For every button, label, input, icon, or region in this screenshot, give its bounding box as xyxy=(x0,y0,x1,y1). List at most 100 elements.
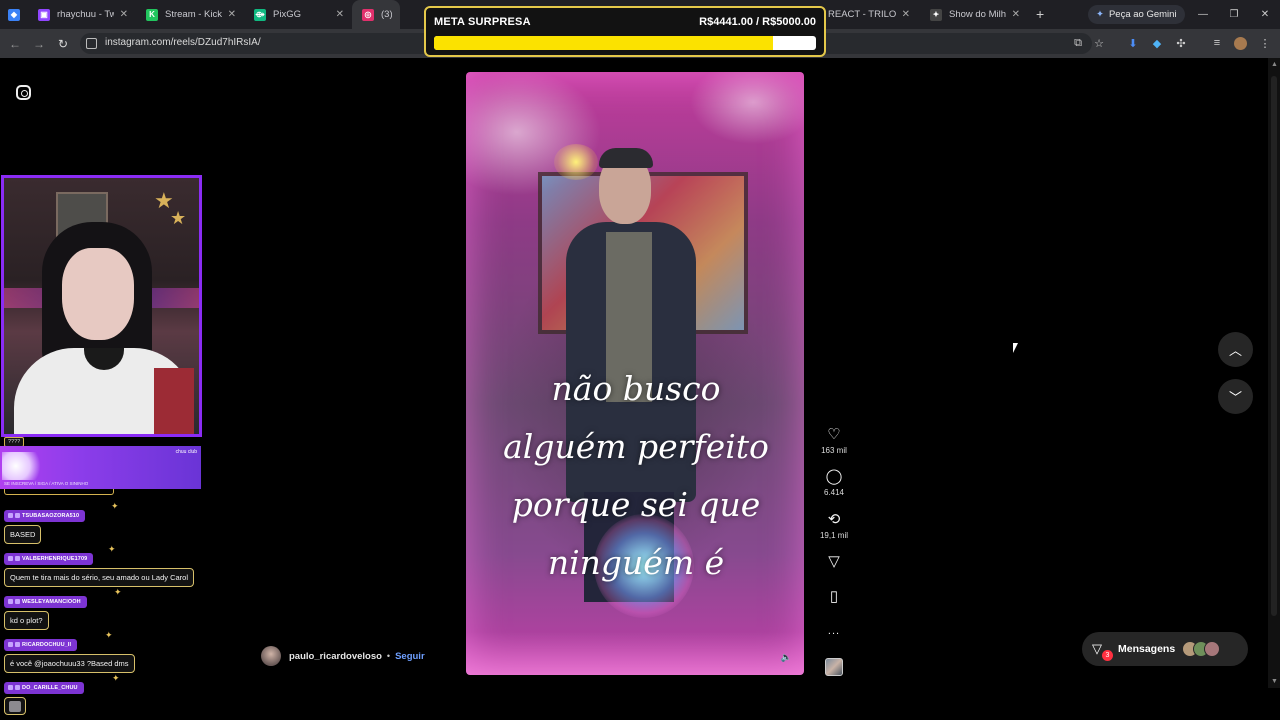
sparkle-icon: ✦ xyxy=(111,501,119,511)
chat-message: WESLEYAMANCIOOH ✦ kd o plot? xyxy=(4,587,122,630)
streamer-webcam: ★ ★ xyxy=(1,175,202,437)
audio-thumbnail[interactable] xyxy=(825,658,843,676)
tab-title: Show do Milhão xyxy=(949,9,1006,20)
tab-pixgg[interactable]: ⟴ PixGG ✕ xyxy=(244,0,352,29)
close-icon[interactable]: ✕ xyxy=(1012,9,1020,20)
tab-show-do-milhao[interactable]: ✦ Show do Milhão ✕ xyxy=(920,0,1028,29)
repost-action[interactable]: ⟲ 19,1 mil xyxy=(816,511,852,540)
next-reel-button[interactable]: ﹀ xyxy=(1218,379,1253,414)
chat-text: Quem te tira mais do sério, seu amado ou… xyxy=(4,568,195,587)
repost-icon[interactable]: ⟲ xyxy=(825,511,843,529)
kick-icon: K xyxy=(146,8,158,21)
tab-instagram[interactable]: ◎ (3) In xyxy=(352,0,400,29)
chat-message: DO_CARILLE_CHUU ✦ xyxy=(4,673,120,720)
chat-message-border xyxy=(4,489,114,495)
gemini-icon: ✦ xyxy=(1096,9,1104,20)
follow-button[interactable]: Seguir xyxy=(395,651,425,662)
tab-title: Stream - Kick Da xyxy=(165,9,222,20)
scroll-up-arrow[interactable]: ▲ xyxy=(1271,61,1278,68)
profile-avatar[interactable] xyxy=(1232,35,1248,51)
chat-username: RICARDOCHUU_II xyxy=(22,641,72,648)
like-action[interactable]: ♡ 163 mil xyxy=(816,426,852,455)
streamer-shirt xyxy=(14,348,194,434)
badge-icon xyxy=(15,513,20,518)
volume-icon[interactable]: 🔈 xyxy=(781,652,792,663)
chat-username: DO_CARILLE_CHUU xyxy=(22,684,78,691)
reel-video[interactable]: não busco alguém perfeito porque sei que… xyxy=(466,72,804,675)
gemini-button[interactable]: ✦ Peça ao Gemini xyxy=(1088,5,1185,24)
badge-icon xyxy=(8,556,13,561)
sparkle-icon: ✦ xyxy=(108,544,116,554)
goal-progress-fill xyxy=(434,36,774,50)
back-button[interactable]: ← xyxy=(6,35,24,53)
scroll-thumb[interactable] xyxy=(1271,76,1277,616)
chat-username: TSUBASAOZORA510 xyxy=(22,512,80,519)
save-action[interactable]: ▯ xyxy=(816,588,852,606)
tab-pinned[interactable]: ◆ xyxy=(0,0,28,29)
chevron-down-icon: ﹀ xyxy=(1228,390,1242,405)
video-person-cap xyxy=(599,148,653,168)
bookmark-icon[interactable]: ▯ xyxy=(825,588,843,606)
bookmark-star-icon[interactable]: ☆ xyxy=(1091,35,1107,51)
chat-username-badge: DO_CARILLE_CHUU xyxy=(4,681,84,694)
tab-react[interactable]: REACT - TRILOG ✕ xyxy=(818,0,918,29)
goal-label: META SURPRESA xyxy=(434,16,531,28)
comment-action[interactable]: ◯ 6.414 xyxy=(816,468,852,497)
reload-button[interactable]: ↻ xyxy=(54,35,72,53)
scroll-down-arrow[interactable]: ▼ xyxy=(1271,678,1278,685)
badge-icon xyxy=(15,685,20,690)
comment-icon[interactable]: ◯ xyxy=(825,468,843,486)
site-info-icon[interactable] xyxy=(86,38,97,49)
extension-icon[interactable]: ◆ xyxy=(1149,35,1165,51)
close-icon[interactable]: ✕ xyxy=(120,9,128,20)
instagram-icon[interactable] xyxy=(16,85,31,100)
close-icon[interactable]: ✕ xyxy=(228,9,236,20)
reel-author: paulo_ricardoveloso • Seguir xyxy=(261,646,425,666)
avatar xyxy=(1204,641,1221,657)
share-action[interactable]: ▽ xyxy=(816,553,852,571)
banner-text: SE INSCREVA / SIGA / ATIVA O SININHO xyxy=(4,481,89,486)
extensions-puzzle-icon[interactable]: ✣ xyxy=(1173,35,1189,51)
chat-text: BASED xyxy=(4,525,42,544)
badge-icon xyxy=(8,642,13,647)
goal-amount: R$4441.00 / R$5000.00 xyxy=(699,16,816,28)
tab-kick[interactable]: K Stream - Kick Da ✕ xyxy=(136,0,244,29)
chat-text: kd o plot? xyxy=(4,611,49,630)
tab-favicon: ◆ xyxy=(8,8,20,21)
page-scrollbar[interactable]: ▲ ▼ xyxy=(1268,58,1280,688)
heart-icon[interactable]: ♡ xyxy=(825,426,843,444)
more-options-icon[interactable]: ... xyxy=(825,622,843,640)
tab-twitch[interactable]: ▣ rhaychuu - Twitch ✕ xyxy=(28,0,136,29)
author-avatar[interactable] xyxy=(261,646,281,666)
download-icon[interactable]: ⬇ xyxy=(1125,35,1141,51)
emote-icon xyxy=(9,701,21,712)
close-icon[interactable]: ✕ xyxy=(336,9,344,20)
messages-button[interactable]: ▽ 3 Mensagens xyxy=(1082,632,1248,666)
messages-label: Mensagens xyxy=(1118,643,1176,655)
install-app-icon[interactable]: ⧉ xyxy=(1070,35,1086,51)
chevron-up-icon: ︿ xyxy=(1228,343,1242,358)
chat-username-badge: RICARDOCHUU_II xyxy=(4,638,78,651)
chat-message: TSUBASAOZORA510 ✦ BASED xyxy=(4,501,119,544)
new-tab-button[interactable]: + xyxy=(1036,6,1044,22)
chat-username-badge: VALBERHENRIQUE1709 xyxy=(4,552,94,565)
media-controls-icon[interactable]: ≡ xyxy=(1209,35,1225,51)
forward-button[interactable]: → xyxy=(30,35,48,53)
repost-count: 19,1 mil xyxy=(819,531,848,540)
messenger-icon: ▽ 3 xyxy=(1092,641,1113,661)
close-icon[interactable]: ✕ xyxy=(902,9,910,20)
menu-kebab-icon[interactable]: ⋮ xyxy=(1257,35,1273,51)
author-username[interactable]: paulo_ricardoveloso xyxy=(289,651,382,662)
minimize-button[interactable]: — xyxy=(1188,0,1218,29)
badge-icon xyxy=(8,685,13,690)
previous-reel-button[interactable]: ︿ xyxy=(1218,332,1253,367)
more-action[interactable]: ... xyxy=(816,622,852,640)
send-icon[interactable]: ▽ xyxy=(825,553,843,571)
badge-icon xyxy=(8,599,13,604)
badge-icon xyxy=(15,556,20,561)
restore-button[interactable]: ❐ xyxy=(1219,0,1249,29)
goal-progress-track xyxy=(434,36,816,50)
close-window-button[interactable]: ✕ xyxy=(1250,0,1280,29)
video-glow xyxy=(466,632,804,675)
badge-icon xyxy=(8,513,13,518)
